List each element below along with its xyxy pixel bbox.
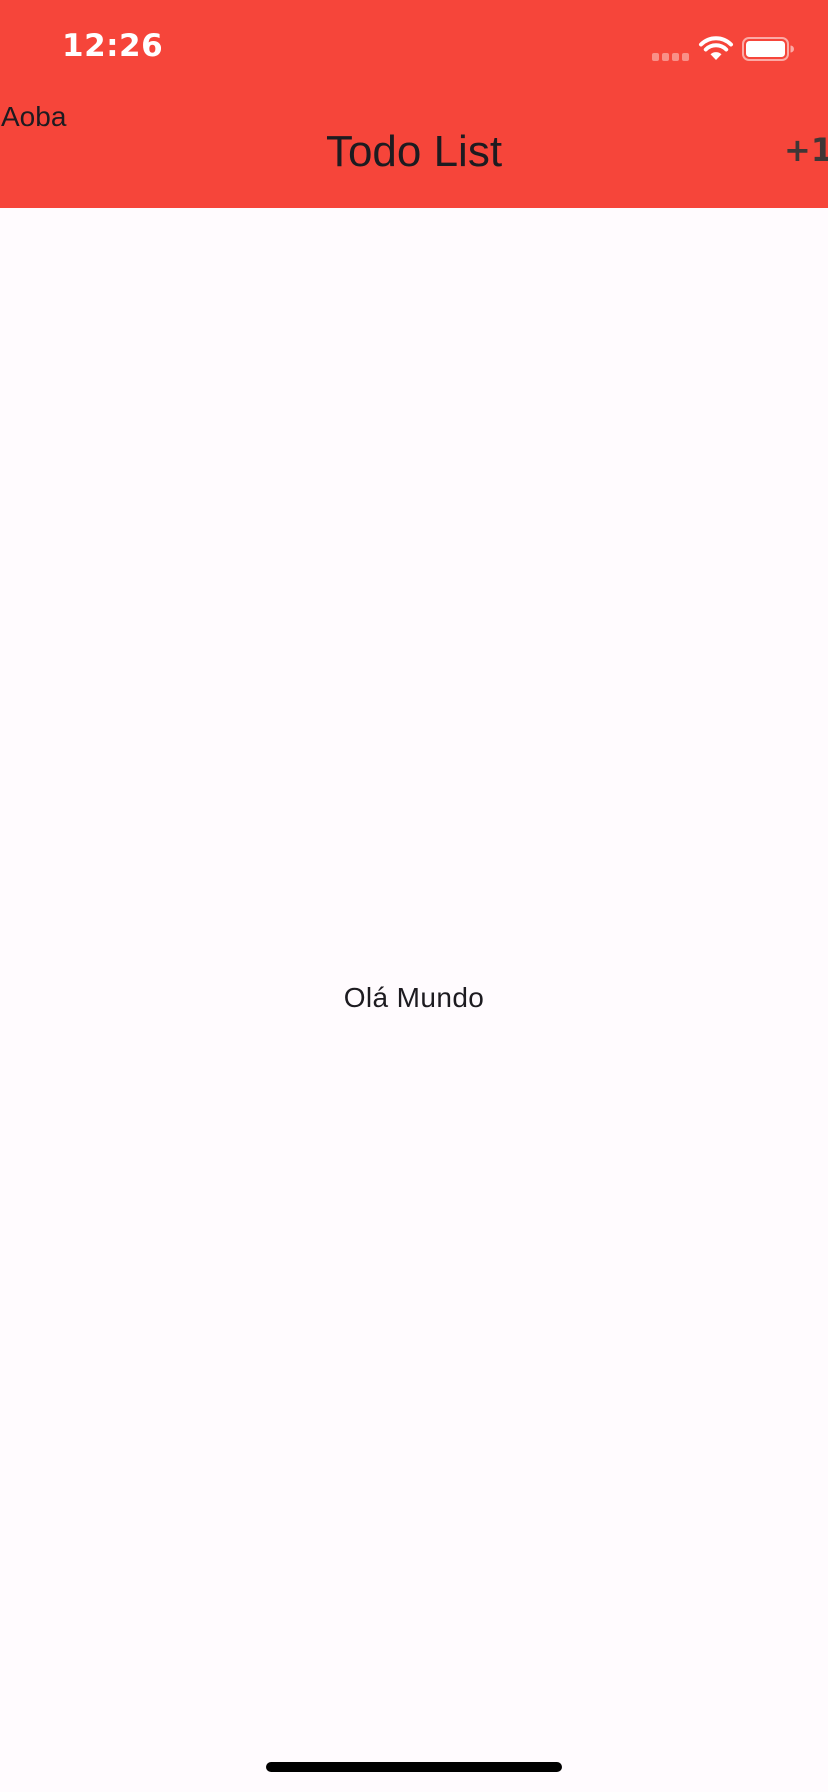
app-bar: 12:26 Aoba Todo List +1 [0,0,828,208]
increment-button[interactable]: +1 [784,130,828,170]
page-title: Todo List [325,127,503,176]
wifi-icon [699,36,733,60]
status-time: 12:26 [62,28,164,64]
body-text: Olá Mundo [343,982,485,1013]
battery-icon [742,37,794,61]
cellular-signal-icon [652,53,690,61]
home-indicator[interactable] [266,1762,562,1772]
